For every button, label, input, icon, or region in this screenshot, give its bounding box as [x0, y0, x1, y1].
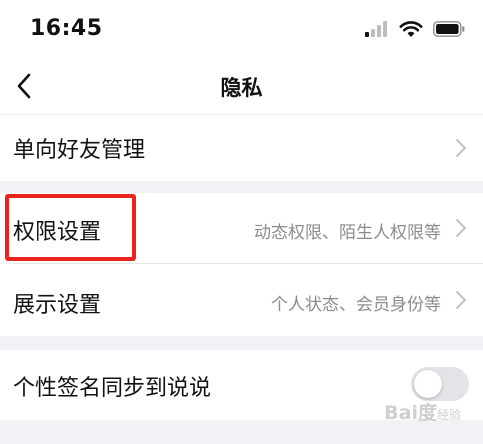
chevron-right-icon [456, 139, 466, 157]
chevron-right-icon [456, 291, 466, 309]
watermark: Bai度经验 [384, 398, 461, 425]
permission-settings-value: 动态权限、陌生人权限等 [254, 223, 441, 243]
display-settings-value: 个人状态、会员身份等 [271, 295, 441, 315]
display-settings-label: 展示设置 [13, 293, 102, 318]
one-way-friends-label: 单向好友管理 [13, 138, 146, 163]
wifi-icon [399, 21, 423, 37]
battery-icon [433, 21, 465, 37]
watermark-text: Bai度 [384, 402, 437, 424]
toggle-knob [414, 370, 442, 398]
signature-sync-toggle[interactable] [411, 367, 469, 401]
permission-settings-label: 权限设置 [13, 220, 102, 245]
nav-bar: 隐私 [0, 58, 483, 114]
chevron-right-icon [456, 219, 466, 237]
status-icons [365, 18, 465, 40]
signature-sync-label: 个性签名同步到说说 [13, 376, 212, 401]
status-bar: 16:45 [0, 0, 483, 58]
display-settings-row[interactable]: 展示设置 个人状态、会员身份等 [0, 264, 483, 336]
status-time: 16:45 [30, 16, 103, 41]
watermark-sub: 经验 [436, 408, 461, 422]
cellular-signal-icon [365, 21, 387, 37]
permission-settings-row[interactable]: 权限设置 动态权限、陌生人权限等 [0, 193, 483, 263]
page-title: 隐私 [220, 76, 263, 100]
one-way-friends-row[interactable]: 单向好友管理 [0, 115, 483, 181]
